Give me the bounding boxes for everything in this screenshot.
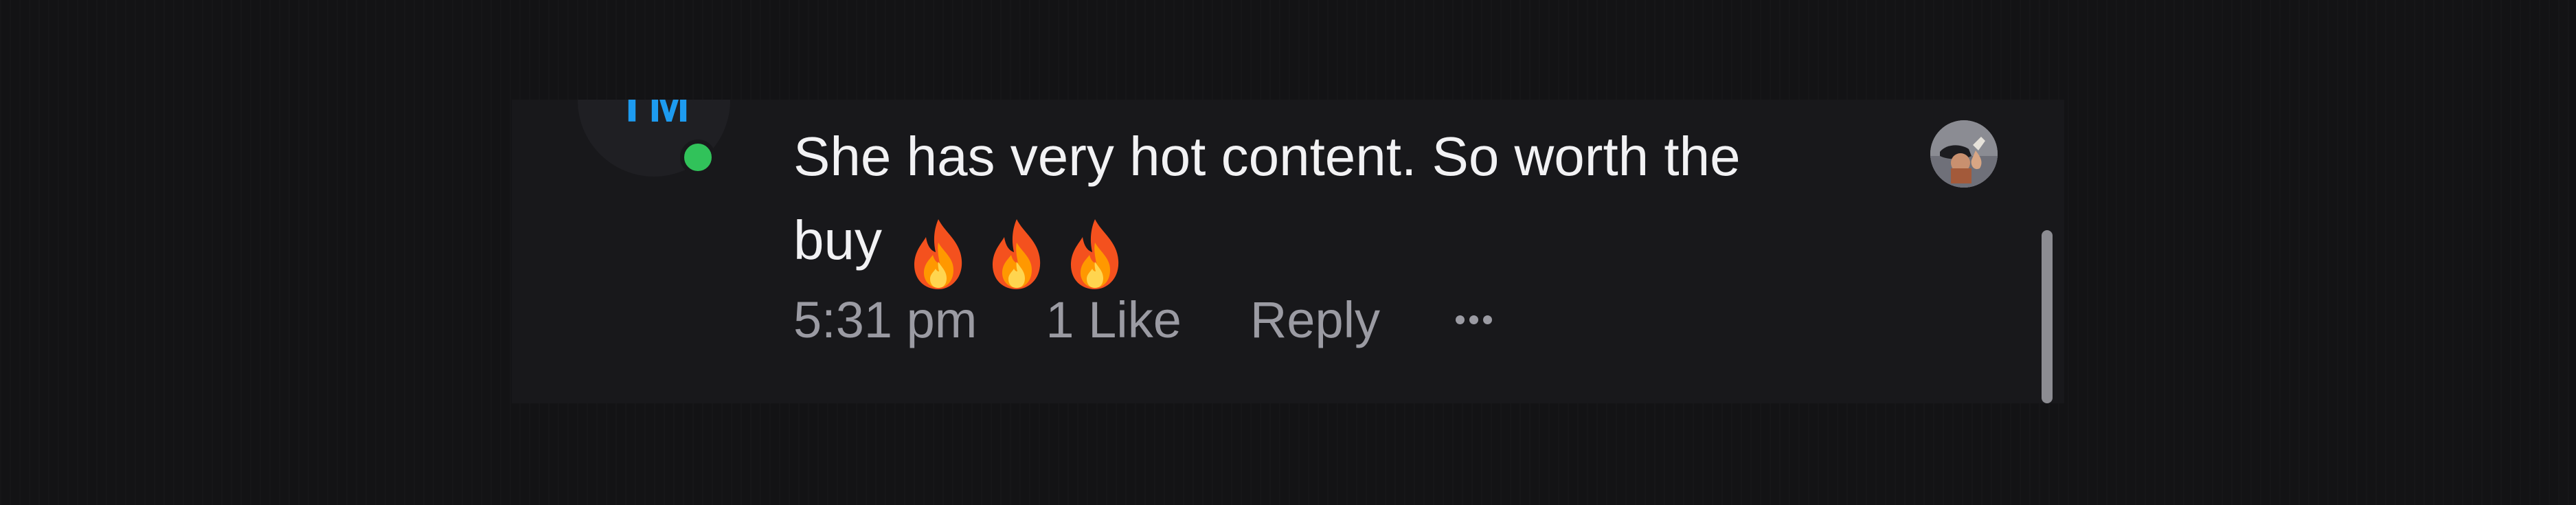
reactor-avatar[interactable] (1930, 120, 1998, 188)
reply-button[interactable]: Reply (1250, 291, 1380, 349)
comment-body: She has very hot content. So worth the b… (793, 115, 1824, 292)
like-count-link[interactable]: 1 Like (1046, 291, 1181, 349)
online-status-dot (680, 139, 716, 175)
fire-emoji (993, 219, 1041, 289)
more-options-icon[interactable] (1456, 308, 1493, 331)
comment-card: TM She has very hot content. So worth th… (512, 100, 2064, 403)
fire-emoji (914, 219, 962, 289)
emoji-row (905, 208, 1140, 292)
fire-emoji (1071, 219, 1119, 289)
comment-timestamp: 5:31 pm (793, 291, 978, 348)
comment-meta: 5:31 pm 1 Like Reply (793, 285, 1493, 354)
user-photo-avatar (1930, 120, 1998, 188)
author-initials: TM (617, 100, 691, 133)
page: TM She has very hot content. So worth th… (0, 0, 2576, 505)
scrollbar-thumb[interactable] (2042, 230, 2053, 403)
